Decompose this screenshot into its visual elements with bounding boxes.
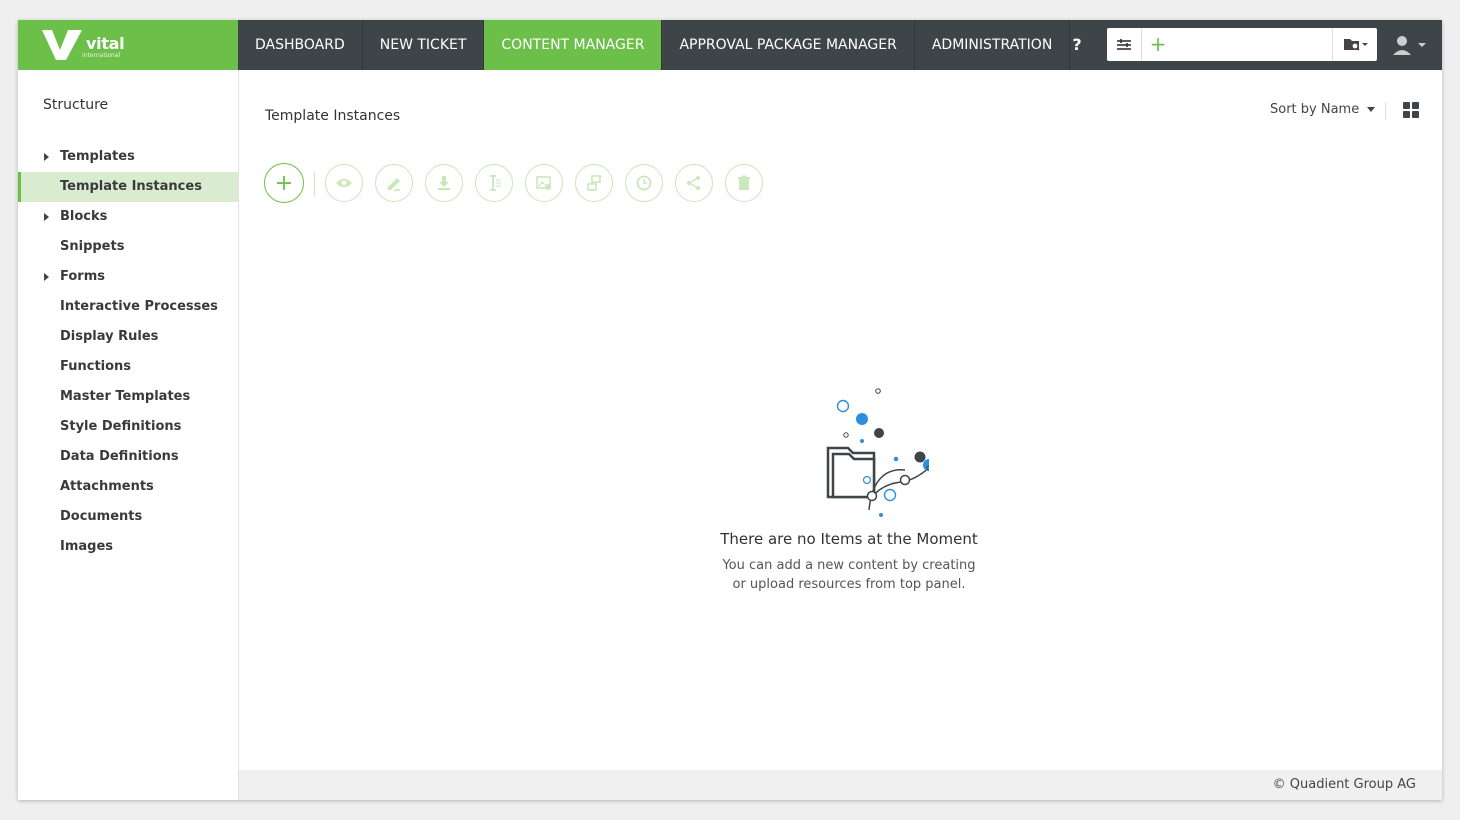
search-input[interactable]: [1175, 33, 1329, 57]
folder-search-icon: [1344, 39, 1368, 51]
sidebar-item-label: Images: [60, 539, 114, 554]
caret-right-icon[interactable]: [44, 153, 49, 161]
edit-icon: [388, 178, 400, 191]
vital-logo-icon: [42, 30, 82, 60]
trash-icon: [738, 175, 750, 190]
help-button[interactable]: ?: [1058, 20, 1096, 70]
sidebar-item-label: Style Definitions: [60, 419, 182, 434]
caret-right-icon[interactable]: [44, 213, 49, 221]
delete-button[interactable]: [725, 164, 763, 202]
edit-button[interactable]: [375, 164, 413, 202]
sidebar-title: Structure: [43, 97, 109, 113]
sidebar-item-functions[interactable]: Functions: [18, 352, 238, 382]
sidebar-item-label: Blocks: [60, 209, 108, 224]
grid-icon: [1403, 102, 1419, 118]
nav-dashboard[interactable]: DASHBOARD: [238, 20, 363, 70]
image-settings-button[interactable]: [525, 164, 563, 202]
divider: [1385, 102, 1386, 120]
sidebar-item-label: Display Rules: [60, 329, 159, 344]
duplicate-button[interactable]: [575, 164, 613, 202]
user-icon: [1393, 36, 1426, 55]
nav-administration[interactable]: ADMINISTRATION: [915, 20, 1071, 70]
logo[interactable]: vital international: [18, 20, 238, 70]
empty-state-line-2: or upload resources from top panel.: [732, 577, 966, 592]
search-scope-dropdown[interactable]: [1332, 28, 1377, 61]
sort-dropdown[interactable]: Sort by Name: [1270, 102, 1376, 117]
empty-state-description: You can add a new content by creating or…: [679, 556, 1019, 594]
download-icon: [438, 176, 450, 190]
search-box: +: [1107, 28, 1377, 61]
sidebar-item-master-templates[interactable]: Master Templates: [18, 382, 238, 412]
page-title: Template Instances: [265, 108, 401, 124]
text-cursor-icon: [490, 175, 501, 191]
filter-button[interactable]: [1107, 28, 1142, 61]
sidebar-item-label: Template Instances: [60, 179, 202, 194]
rename-button[interactable]: [475, 164, 513, 202]
sidebar-item-label: Master Templates: [60, 389, 191, 404]
nav-approval-package-manager[interactable]: APPROVAL PACKAGE MANAGER: [662, 20, 915, 70]
sidebar-item-documents[interactable]: Documents: [18, 502, 238, 532]
sidebar-item-label: Attachments: [60, 479, 154, 494]
filter-icon: [1117, 39, 1131, 50]
sidebar-item-template-instances[interactable]: Template Instances: [18, 172, 238, 202]
sidebar-list: Templates Template Instances Blocks Snip…: [18, 142, 238, 562]
grid-view-button[interactable]: [1402, 101, 1420, 119]
sidebar-item-forms[interactable]: Forms: [18, 262, 238, 292]
empty-state-line-1: You can add a new content by creating: [722, 558, 976, 573]
main-nav: DASHBOARD NEW TICKET CONTENT MANAGER APP…: [238, 20, 1071, 70]
duplicate-icon: [587, 175, 601, 191]
caret-right-icon[interactable]: [44, 273, 49, 281]
chevron-down-icon: [1367, 107, 1376, 112]
sidebar-item-attachments[interactable]: Attachments: [18, 472, 238, 502]
history-button[interactable]: [625, 164, 663, 202]
copyright: © Quadient Group AG: [1272, 777, 1416, 792]
logo-subtitle: international: [82, 52, 121, 59]
share-icon: [687, 176, 700, 190]
sidebar-item-blocks[interactable]: Blocks: [18, 202, 238, 232]
sidebar-item-label: Data Definitions: [60, 449, 179, 464]
empty-folder-illustration: [826, 388, 929, 517]
main-content: Template Instances Sort by Name + There …: [239, 70, 1442, 770]
sidebar-item-label: Interactive Processes: [60, 299, 218, 314]
sidebar-item-label: Forms: [60, 269, 105, 284]
download-button[interactable]: [425, 164, 463, 202]
sidebar-item-style-definitions[interactable]: Style Definitions: [18, 412, 238, 442]
sidebar-item-display-rules[interactable]: Display Rules: [18, 322, 238, 352]
sidebar-item-snippets[interactable]: Snippets: [18, 232, 238, 262]
sidebar-item-label: Documents: [60, 509, 143, 524]
sort-label: Sort by Name: [1270, 102, 1360, 117]
footer: © Quadient Group AG: [239, 770, 1442, 800]
empty-state-title: There are no Items at the Moment: [720, 530, 978, 548]
nav-content-manager[interactable]: CONTENT MANAGER: [484, 20, 663, 70]
sidebar-item-images[interactable]: Images: [18, 532, 238, 562]
sidebar-item-label: Snippets: [60, 239, 125, 254]
sidebar-item-templates[interactable]: Templates: [18, 142, 238, 172]
add-button[interactable]: +: [264, 163, 304, 203]
quick-add-button[interactable]: +: [1143, 28, 1173, 61]
top-bar: vital international DASHBOARD NEW TICKET…: [18, 20, 1442, 70]
share-button[interactable]: [675, 164, 713, 202]
sidebar: Structure Templates Template Instances B…: [18, 70, 239, 800]
preview-button[interactable]: [325, 164, 363, 202]
eye-icon: [336, 179, 352, 187]
image-settings-icon: [536, 176, 551, 190]
user-menu[interactable]: [1388, 30, 1432, 60]
toolbar-divider: [314, 172, 315, 196]
nav-new-ticket[interactable]: NEW TICKET: [363, 20, 485, 70]
sidebar-item-interactive-processes[interactable]: Interactive Processes: [18, 292, 238, 322]
sidebar-item-data-definitions[interactable]: Data Definitions: [18, 442, 238, 472]
sidebar-item-label: Functions: [60, 359, 132, 374]
clock-icon: [636, 175, 652, 191]
sidebar-item-label: Templates: [60, 149, 135, 164]
logo-name: vital: [86, 34, 125, 53]
app-window: vital international DASHBOARD NEW TICKET…: [18, 20, 1442, 800]
